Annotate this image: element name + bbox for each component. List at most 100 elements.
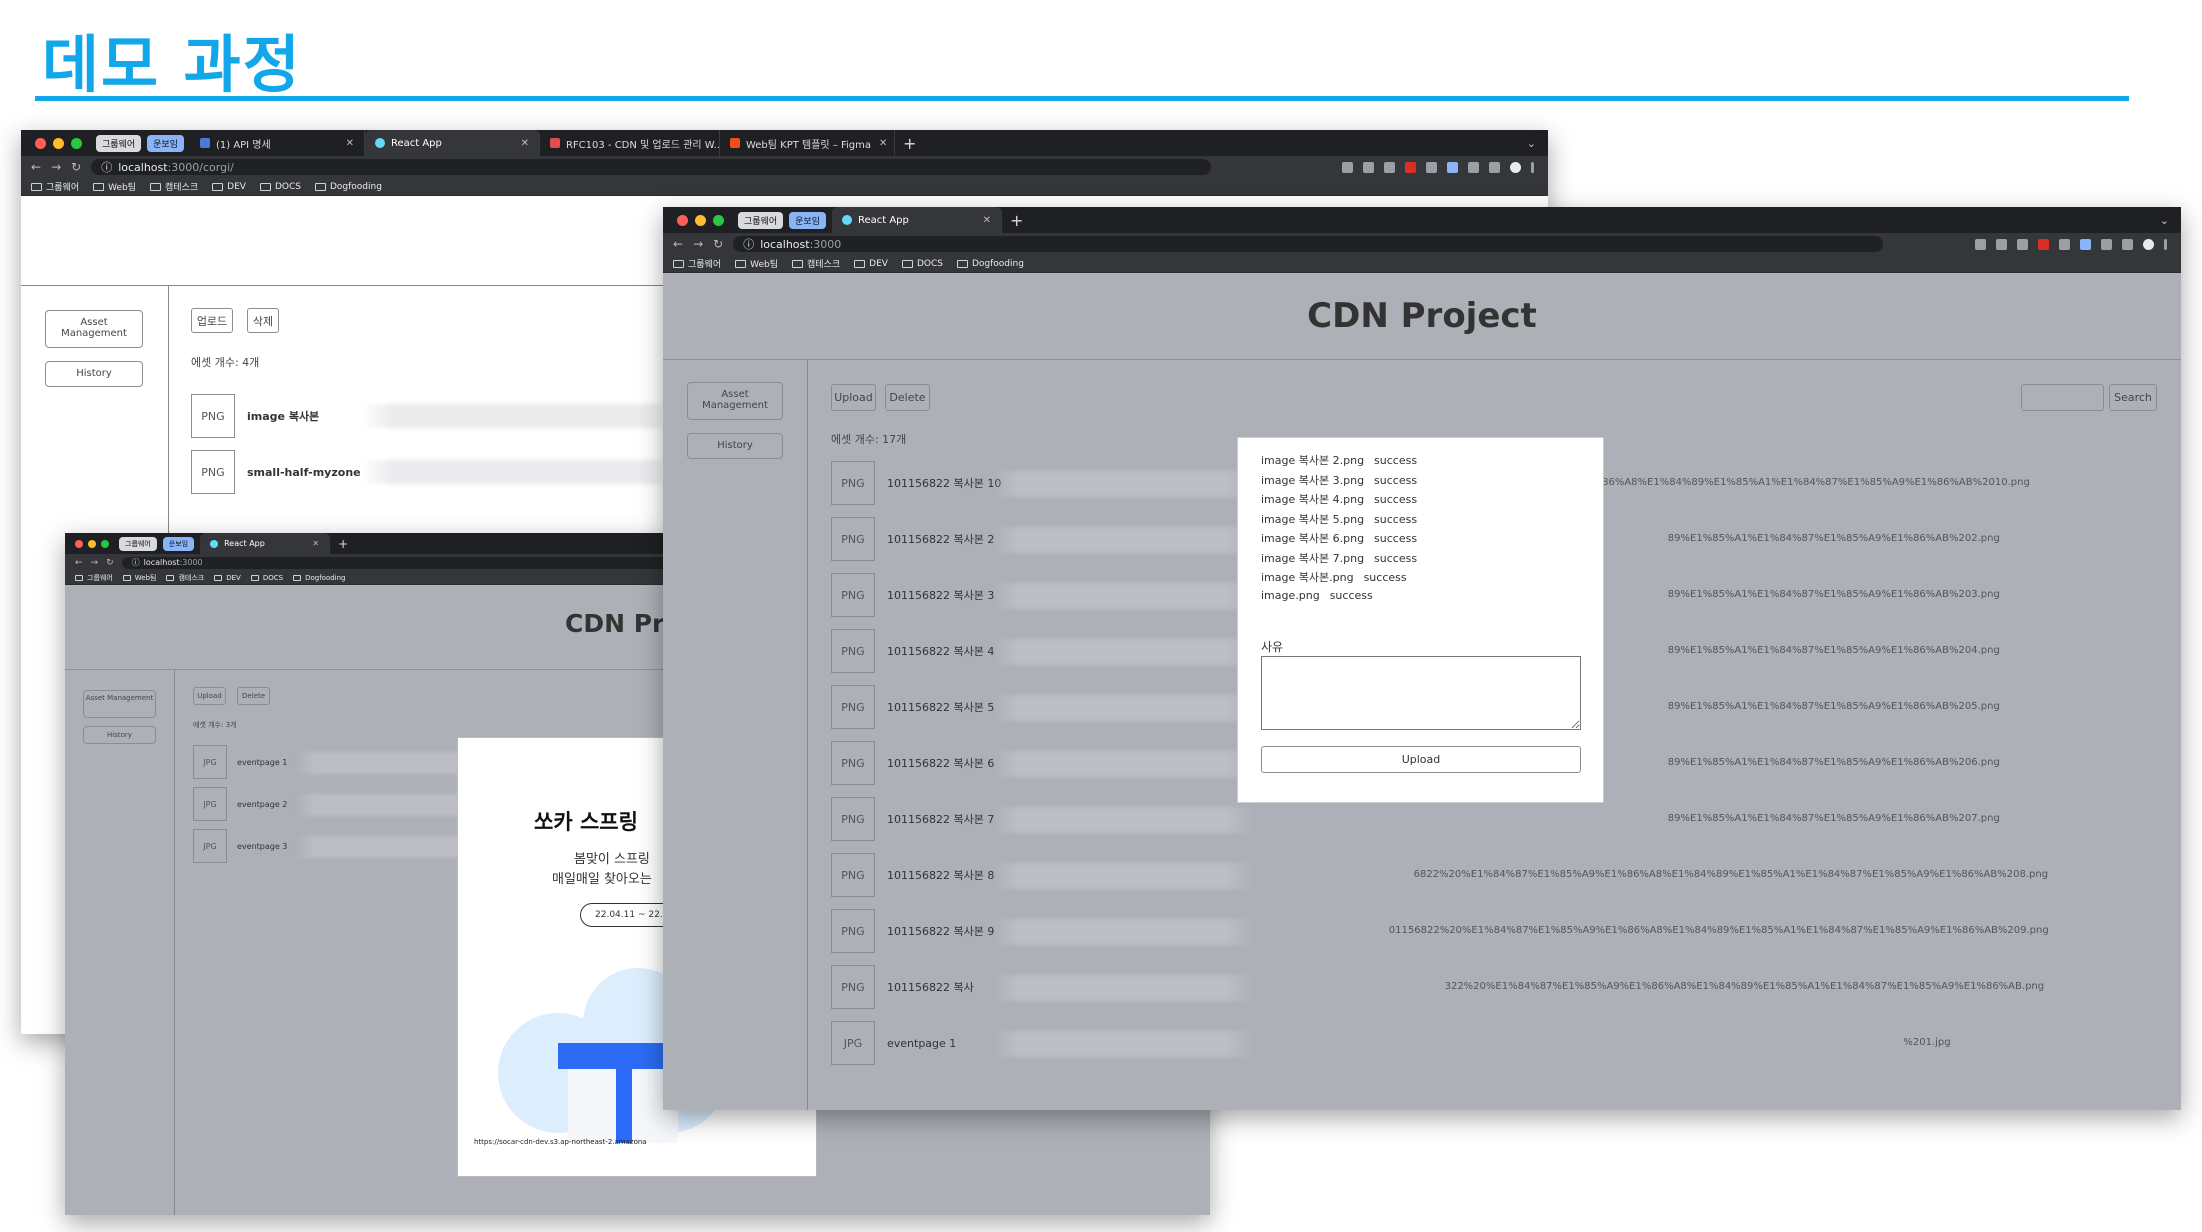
extension-icon[interactable] [2059, 238, 2070, 250]
file-row[interactable]: JPG eventpage 1 [831, 1021, 956, 1065]
delete-button[interactable]: Delete [885, 384, 930, 411]
forward-arrow-icon[interactable]: → [91, 558, 99, 568]
kebab-menu-icon[interactable] [1531, 161, 1534, 173]
tab-group-chip[interactable]: 운보임 [147, 134, 184, 152]
browser-tab-active[interactable]: React App ✕ [364, 130, 540, 156]
window-controls[interactable] [75, 539, 109, 548]
file-row[interactable]: PNG 101156822 복사본 4 [831, 629, 994, 673]
browser-tab[interactable]: Web팀 KPT 템플릿 – Figma ✕ [720, 130, 895, 156]
bookmark-star-icon[interactable] [2017, 238, 2028, 250]
asset-management-button[interactable]: Asset Management [83, 690, 156, 718]
file-row[interactable]: PNG 101156822 복사 [831, 965, 974, 1009]
forward-arrow-icon[interactable]: → [693, 237, 703, 251]
tab-group-chip[interactable]: 운보임 [789, 211, 826, 229]
bookmark-folder[interactable]: DEV [854, 259, 888, 269]
tab-search-chevron-icon[interactable]: ⌄ [1527, 137, 1536, 150]
close-window-icon[interactable] [75, 539, 83, 548]
file-row[interactable]: PNG small-half-myzone [191, 450, 361, 494]
file-row[interactable]: PNG 101156822 복사본 6 [831, 741, 994, 785]
bookmark-star-icon[interactable] [1384, 161, 1395, 173]
file-row[interactable]: PNG 101156822 복사본 10 [831, 461, 1001, 505]
tab-group-chip[interactable]: 운보임 [162, 536, 195, 551]
reload-icon[interactable]: ↻ [71, 160, 81, 174]
puzzle-icon[interactable] [1468, 161, 1479, 173]
bookmark-folder[interactable]: 그룹웨어 [31, 180, 79, 193]
tab-group-chip[interactable]: 그룹웨어 [96, 134, 142, 152]
bookmark-folder[interactable]: 캠테스크 [150, 180, 198, 193]
bookmark-folder[interactable]: Web팀 [93, 180, 136, 193]
upload-button[interactable]: 업로드 [191, 308, 233, 333]
puzzle-icon[interactable] [2101, 238, 2112, 250]
window-controls[interactable] [35, 137, 82, 149]
url-bar[interactable]: ⓘ localhost:3000 [733, 236, 1884, 252]
close-tab-icon[interactable]: ✕ [975, 215, 991, 226]
new-tab-icon[interactable]: + [338, 537, 348, 551]
file-row[interactable]: JPG eventpage 1 [193, 745, 287, 779]
file-row[interactable]: PNG 101156822 복사본 9 [831, 909, 994, 953]
close-tab-icon[interactable]: ✕ [304, 539, 319, 548]
close-window-icon[interactable] [677, 214, 688, 226]
delete-button[interactable]: 삭제 [247, 308, 279, 333]
back-arrow-icon[interactable]: ← [31, 160, 41, 174]
extension-icon[interactable] [1447, 161, 1458, 173]
extension-icon[interactable] [1342, 161, 1353, 173]
close-window-icon[interactable] [35, 137, 46, 149]
search-button[interactable]: Search [2109, 384, 2157, 411]
reload-icon[interactable]: ↻ [106, 558, 114, 568]
bookmark-folder[interactable]: DOCS [259, 182, 301, 192]
tab-group-chip[interactable]: 그룹웨어 [119, 536, 157, 551]
delete-button[interactable]: Delete [237, 687, 270, 705]
tab-group-chip[interactable]: 그룹웨어 [738, 211, 784, 229]
new-tab-icon[interactable]: + [1010, 211, 1023, 230]
browser-tab[interactable]: RFC103 - CDN 및 업로드 관리 W...✕ [540, 130, 720, 156]
bookmark-folder[interactable]: 캠테스크 [166, 573, 204, 583]
file-row[interactable]: PNG 101156822 복사본 3 [831, 573, 994, 617]
bookmark-folder[interactable]: DEV [212, 182, 246, 192]
bookmark-folder[interactable]: DOCS [250, 574, 283, 582]
extension-icon[interactable] [2038, 238, 2049, 250]
history-button[interactable]: History [83, 726, 156, 744]
minimize-window-icon[interactable] [53, 137, 64, 149]
file-row[interactable]: PNG 101156822 복사본 2 [831, 517, 994, 561]
kebab-menu-icon[interactable] [2164, 238, 2167, 250]
tab-search-chevron-icon[interactable]: ⌄ [2160, 214, 2169, 227]
extension-icon[interactable] [1426, 161, 1437, 173]
window-controls[interactable] [677, 214, 724, 226]
new-tab-icon[interactable]: + [903, 134, 916, 153]
modal-upload-button[interactable]: Upload [1261, 746, 1581, 773]
bookmark-folder[interactable]: Dogfooding [293, 574, 346, 582]
forward-arrow-icon[interactable]: → [51, 160, 61, 174]
bookmark-folder[interactable]: Web팀 [735, 257, 778, 270]
back-arrow-icon[interactable]: ← [75, 558, 83, 568]
close-tab-icon[interactable]: ✕ [338, 138, 354, 149]
browser-tab-active[interactable]: React App ✕ [831, 207, 1002, 233]
maximize-window-icon[interactable] [71, 137, 82, 149]
search-input[interactable] [2021, 384, 2104, 411]
upload-button[interactable]: Upload [831, 384, 876, 411]
bookmark-folder[interactable]: DOCS [901, 259, 943, 269]
back-arrow-icon[interactable]: ← [673, 237, 683, 251]
extension-icon[interactable] [2080, 238, 2091, 250]
file-row[interactable]: PNG image 복사본 [191, 394, 319, 438]
sidebar-toggle-icon[interactable] [1489, 161, 1500, 173]
extension-icon[interactable] [1975, 238, 1986, 250]
file-row[interactable]: JPG eventpage 3 [193, 829, 287, 863]
close-tab-icon[interactable]: ✕ [871, 138, 887, 149]
minimize-window-icon[interactable] [88, 539, 96, 548]
extension-icon[interactable] [1405, 161, 1416, 173]
history-button[interactable]: History [687, 433, 783, 459]
file-row[interactable]: PNG 101156822 복사본 5 [831, 685, 994, 729]
bookmark-folder[interactable]: 캠테스크 [792, 257, 840, 270]
profile-avatar[interactable] [1510, 161, 1521, 173]
file-row[interactable]: JPG eventpage 2 [193, 787, 287, 821]
bookmark-folder[interactable]: 그룹웨어 [673, 257, 721, 270]
bookmark-folder[interactable]: DEV [214, 574, 241, 582]
bookmark-folder[interactable]: Dogfooding [314, 182, 382, 192]
maximize-window-icon[interactable] [713, 214, 724, 226]
history-button[interactable]: History [45, 361, 143, 387]
browser-tab-active[interactable]: React App ✕ [200, 533, 331, 554]
asset-management-button[interactable]: Asset Management [687, 382, 783, 420]
browser-tab[interactable]: (1) API 명세 ✕ [190, 130, 365, 156]
share-icon[interactable] [1996, 238, 2007, 250]
bookmark-folder[interactable]: Dogfooding [956, 259, 1024, 269]
